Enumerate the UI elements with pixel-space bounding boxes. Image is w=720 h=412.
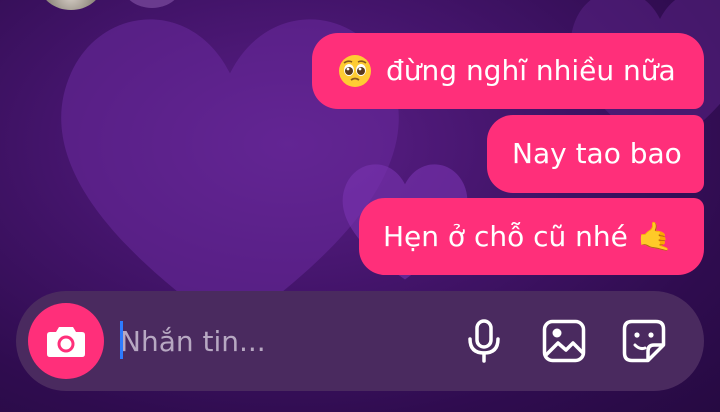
microphone-icon (468, 319, 500, 363)
camera-button[interactable] (28, 303, 104, 379)
microphone-button[interactable] (460, 317, 508, 365)
avatar[interactable] (40, 0, 102, 10)
outgoing-message-bubble[interactable]: Hẹn ở chỗ cũ nhé 🤙 (359, 198, 704, 275)
message-text: Nay tao bao (512, 137, 682, 170)
outgoing-message-bubble[interactable]: đừng nghĩ nhiều nữa (312, 33, 704, 109)
pleading-face-icon (339, 55, 371, 87)
sticker-button[interactable] (620, 317, 668, 365)
message-composer (16, 291, 704, 391)
text-cursor (120, 321, 123, 359)
message-input[interactable] (120, 319, 450, 363)
sticker-icon (622, 319, 666, 363)
image-icon (542, 319, 586, 363)
camera-icon (47, 327, 85, 357)
chat-screen: đừng nghĩ nhiều nữa Nay tao bao Hẹn ở ch… (0, 0, 720, 412)
message-text: Hẹn ở chỗ cũ nhé (383, 219, 628, 253)
avatar[interactable] (122, 0, 182, 8)
call-me-hand-emoji: 🤙 (637, 219, 673, 253)
gallery-button[interactable] (540, 317, 588, 365)
message-text: đừng nghĩ nhiều nữa (386, 54, 676, 87)
outgoing-message-bubble[interactable]: Nay tao bao (487, 115, 704, 193)
